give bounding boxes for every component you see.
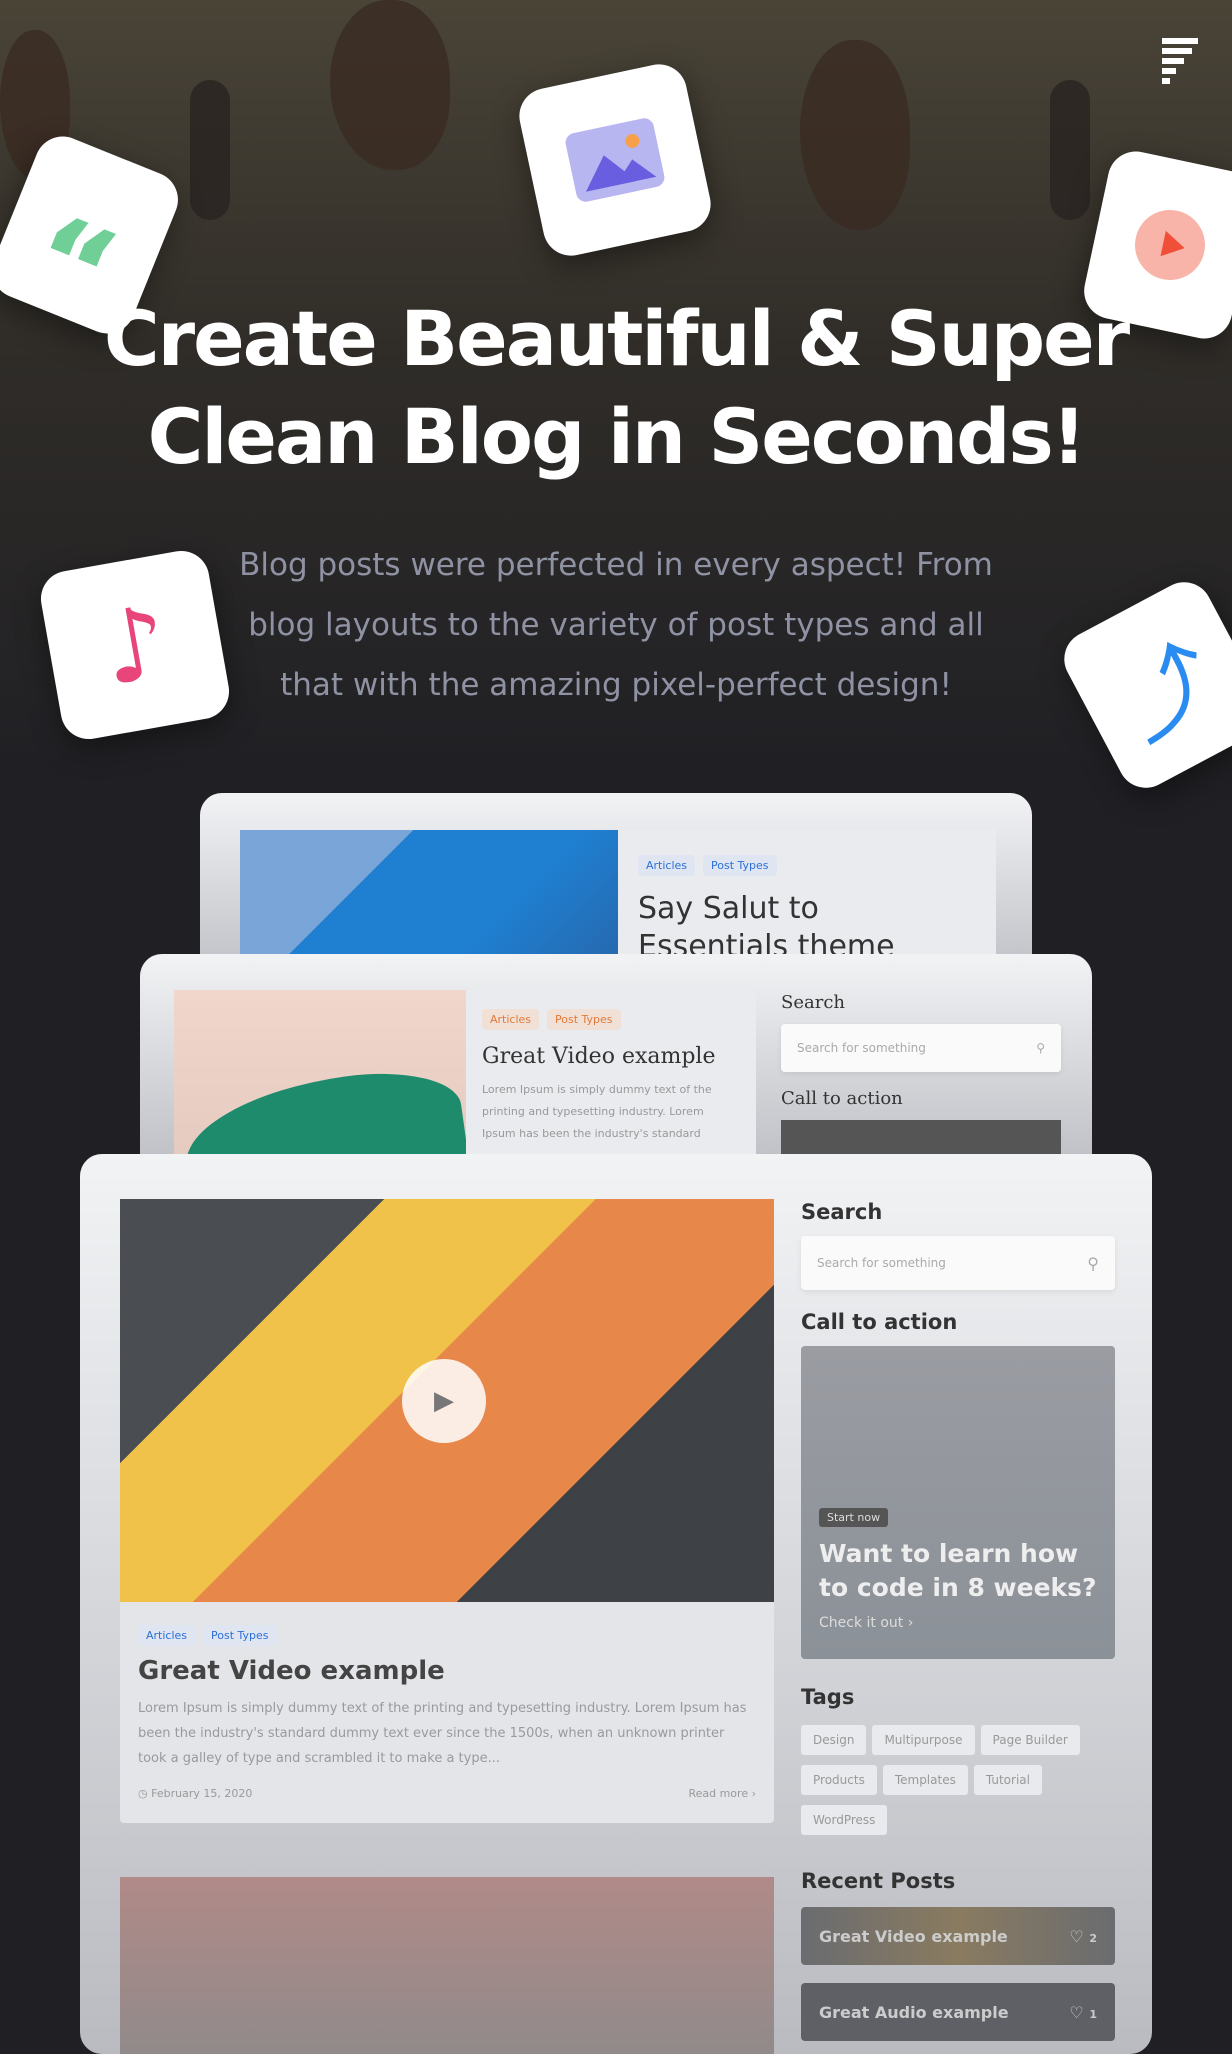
tag[interactable]: Page Builder <box>980 1725 1080 1755</box>
cta-heading: Want to learn how to code in 8 weeks? <box>819 1539 1097 1602</box>
post-card: ▶ Articles Post Types Great Video example… <box>120 1199 774 1823</box>
search-input[interactable]: Search for something ⚲ <box>801 1236 1115 1290</box>
tag[interactable]: Products <box>801 1765 877 1795</box>
tag[interactable]: Design <box>801 1725 867 1755</box>
heart-icon[interactable]: ♡ <box>1069 1927 1083 1946</box>
sidebar: Search Search for something ⚲ Call to act… <box>801 1200 1115 2054</box>
read-more-link[interactable]: Read more › <box>688 1787 756 1800</box>
cta-link[interactable]: Check it out › <box>819 1615 1097 1631</box>
heart-icon[interactable]: ♡ <box>1069 2003 1083 2022</box>
brand-logo <box>1162 38 1198 84</box>
image-icon <box>514 59 716 261</box>
tag[interactable]: WordPress <box>801 1805 888 1835</box>
recent-post-item[interactable]: Great Audio example ♡ 1 <box>801 1983 1115 2041</box>
cta-label: Call to action <box>801 1310 958 1334</box>
chip[interactable]: Articles <box>138 1625 196 1646</box>
recent-posts-label: Recent Posts <box>801 1869 956 1893</box>
search-label: Search <box>801 1200 883 1224</box>
chip[interactable]: Post Types <box>203 1625 277 1646</box>
clock-icon: ◷ <box>138 1787 152 1800</box>
search-icon[interactable]: ⚲ <box>1087 1254 1099 1273</box>
tag[interactable]: Multipurpose <box>872 1725 975 1755</box>
post-title[interactable]: Great Video example <box>138 1656 756 1686</box>
tag-list: Design Multipurpose Page Builder Products Te… <box>801 1725 1115 1845</box>
search-input[interactable]: Search for something ⚲ <box>781 1024 1061 1072</box>
cta-banner[interactable]: Start now Want to learn how to code in 8… <box>801 1346 1115 1659</box>
hero-subtitle: Blog posts were perfected in every aspec… <box>239 547 993 703</box>
preview-card-front: ▶ Articles Post Types Great Video example… <box>80 1154 1152 2054</box>
search-icon[interactable]: ⚲ <box>1036 1041 1045 1055</box>
post-image[interactable]: ▶ <box>120 1199 774 1602</box>
chip[interactable]: Articles <box>482 1009 540 1030</box>
cta-label: Call to action <box>781 1088 903 1109</box>
hero-title: Create Beautiful & Super Clean Blog in Se… <box>103 294 1130 481</box>
tag[interactable]: Templates <box>882 1765 968 1795</box>
post-excerpt: Lorem Ipsum is simply dummy text of the … <box>138 1701 747 1766</box>
search-label: Search <box>781 992 845 1013</box>
recent-post-item[interactable]: Great Video example ♡ 2 <box>801 1907 1115 1965</box>
preview-card-middle: Articles Post Types Great Video example L… <box>140 954 1092 1184</box>
post-date: ◷ February 15, 2020 <box>138 1787 253 1800</box>
tags-label: Tags <box>801 1685 855 1709</box>
video-play-button[interactable]: ▶ <box>402 1359 486 1443</box>
tag[interactable]: Tutorial <box>973 1765 1042 1795</box>
cta-badge: Start now <box>819 1508 889 1527</box>
chip[interactable]: Post Types <box>703 855 777 876</box>
post-image[interactable] <box>120 1877 774 2054</box>
post-excerpt: Lorem Ipsum is simply dummy text of the … <box>482 1083 712 1140</box>
chip[interactable]: Articles <box>638 855 696 876</box>
chip[interactable]: Post Types <box>547 1009 621 1030</box>
post-title[interactable]: Great Video example <box>482 1044 740 1069</box>
